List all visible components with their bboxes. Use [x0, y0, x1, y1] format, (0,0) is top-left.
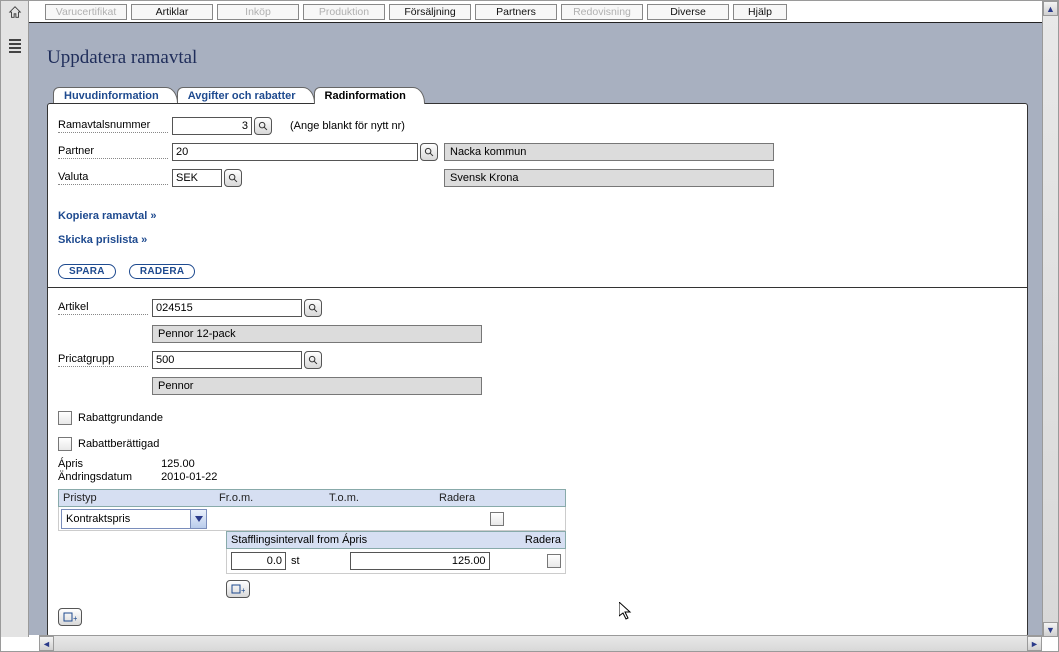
apris-label: Ápris — [58, 458, 158, 470]
artikel-desc-display: Pennor 12-pack — [152, 325, 482, 343]
artikel-lookup-icon[interactable] — [304, 299, 322, 317]
apris-value: 125.00 — [161, 458, 195, 470]
staff-delete-checkbox[interactable] — [547, 554, 561, 568]
partner-label: Partner — [58, 145, 168, 159]
chevron-down-icon — [190, 510, 206, 528]
vertical-scrollbar[interactable]: ▲ ▼ — [1042, 1, 1058, 637]
kopiera-link[interactable]: Kopiera ramavtal » — [58, 210, 156, 222]
staff-interval-input[interactable] — [231, 552, 286, 570]
staff-unit: st — [291, 555, 300, 567]
valuta-name-display: Svensk Krona — [444, 169, 774, 187]
ramavtal-hint: (Ange blankt för nytt nr) — [290, 120, 405, 132]
staff-table: Stafflingsintervall from Ápris Radera st — [226, 531, 566, 598]
pricat-input[interactable] — [152, 351, 302, 369]
panel: Ramavtalsnummer (Ange blankt för nytt nr… — [47, 103, 1028, 637]
staff-add-icon[interactable]: + — [226, 580, 250, 598]
rabattberattigad-label: Rabattberättigad — [78, 438, 159, 450]
pricat-desc-display: Pennor — [152, 377, 482, 395]
valuta-lookup-icon[interactable] — [224, 169, 242, 187]
spara-button[interactable]: SPARA — [58, 264, 116, 279]
col-pristyp: Pristyp — [59, 492, 219, 504]
partner-name-display: Nacka kommun — [444, 143, 774, 161]
artikel-input[interactable] — [152, 299, 302, 317]
col-from: Fr.o.m. — [219, 492, 329, 504]
scroll-down-icon[interactable]: ▼ — [1043, 622, 1058, 637]
staff-head-right: Radera — [525, 534, 561, 546]
scroll-left-icon[interactable]: ◄ — [39, 636, 54, 651]
valuta-label: Valuta — [58, 171, 168, 185]
ramavtal-label: Ramavtalsnummer — [58, 119, 168, 133]
tabstrip: Huvudinformation Avgifter och rabatter R… — [53, 87, 1028, 104]
menu-diverse[interactable]: Diverse — [647, 4, 729, 20]
menu-forsaljning[interactable]: Försäljning — [389, 4, 471, 20]
menu-redovisning[interactable]: Redovisning — [561, 4, 643, 20]
canvas: Uppdatera ramavtal Huvudinformation Avgi… — [29, 23, 1042, 635]
pristyp-value: Kontraktspris — [66, 513, 130, 525]
staff-apris-input[interactable] — [350, 552, 490, 570]
menu-produktion[interactable]: Produktion — [303, 4, 385, 20]
tab-radinformation[interactable]: Radinformation — [314, 87, 425, 104]
rabattgrundande-label: Rabattgrundande — [78, 412, 163, 424]
main-area: Varucertifikat Artiklar Inköp Produktion… — [29, 1, 1042, 635]
skicka-link[interactable]: Skicka prislista » — [58, 234, 147, 246]
ramavtal-lookup-icon[interactable] — [254, 117, 272, 135]
pricat-label: Pricatgrupp — [58, 353, 148, 367]
svg-text:+: + — [73, 614, 77, 623]
page-title: Uppdatera ramavtal — [47, 47, 1028, 69]
tab-avgifter[interactable]: Avgifter och rabatter — [177, 87, 315, 104]
pristyp-select[interactable]: Kontraktspris — [61, 509, 207, 529]
app-window: Varucertifikat Artiklar Inköp Produktion… — [0, 0, 1059, 652]
rabattberattigad-checkbox[interactable] — [58, 437, 72, 451]
line-add-icon[interactable]: + — [58, 608, 82, 626]
menubar: Varucertifikat Artiklar Inköp Produktion… — [29, 1, 1042, 23]
menu-hjalp[interactable]: Hjälp — [733, 4, 787, 20]
radera-button[interactable]: RADERA — [129, 264, 196, 279]
menu-varucertifikat[interactable]: Varucertifikat — [45, 4, 127, 20]
menu-artiklar[interactable]: Artiklar — [131, 4, 213, 20]
partner-input[interactable] — [172, 143, 418, 161]
pricat-lookup-icon[interactable] — [304, 351, 322, 369]
svg-text:+: + — [241, 586, 245, 595]
ramavtal-input[interactable] — [172, 117, 252, 135]
staff-head-left: Stafflingsintervall from Ápris — [231, 534, 367, 546]
valuta-input[interactable] — [172, 169, 222, 187]
menu-inkop[interactable]: Inköp — [217, 4, 299, 20]
col-tom: T.o.m. — [329, 492, 439, 504]
staff-row: st — [226, 549, 566, 574]
scroll-right-icon[interactable]: ► — [1027, 636, 1042, 651]
menu-partners[interactable]: Partners — [475, 4, 557, 20]
horizontal-scrollbar[interactable]: ◄ ► — [39, 635, 1042, 651]
price-row: Kontraktspris — [58, 507, 566, 531]
menu-icon[interactable] — [9, 39, 21, 53]
andring-value: 2010-01-22 — [161, 471, 217, 483]
tab-huvudinformation[interactable]: Huvudinformation — [53, 87, 178, 104]
price-table: Pristyp Fr.o.m. T.o.m. Radera Kontraktsp… — [58, 489, 566, 598]
rabattgrundande-checkbox[interactable] — [58, 411, 72, 425]
scroll-up-icon[interactable]: ▲ — [1043, 1, 1058, 16]
partner-lookup-icon[interactable] — [420, 143, 438, 161]
artikel-label: Artikel — [58, 301, 148, 315]
col-radera: Radera — [439, 492, 565, 504]
left-toolbar — [1, 1, 29, 637]
price-row-delete-checkbox[interactable] — [490, 512, 504, 526]
home-icon[interactable] — [8, 5, 22, 19]
andring-label: Ändringsdatum — [58, 471, 158, 483]
